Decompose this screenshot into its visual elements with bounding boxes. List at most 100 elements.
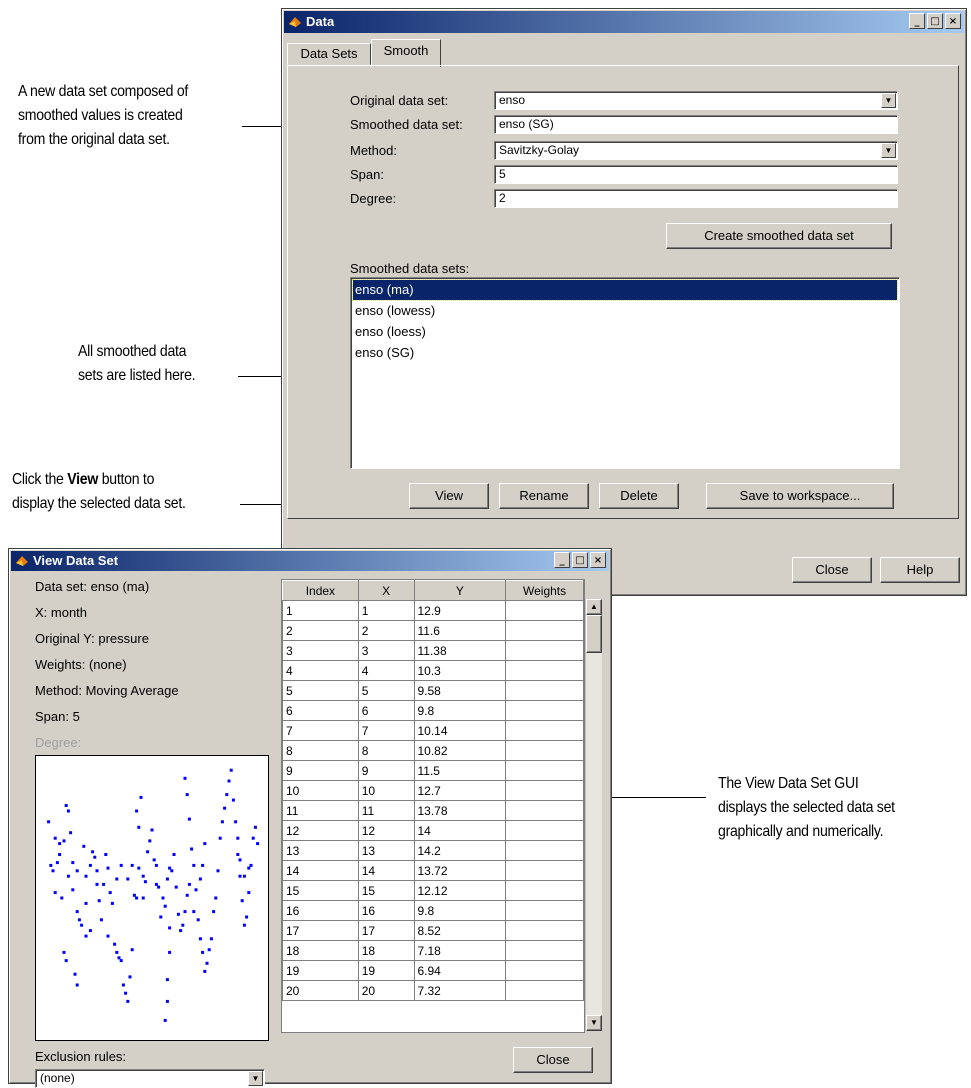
span-input[interactable]: 5: [494, 165, 898, 184]
cell-x[interactable]: 15: [357, 880, 415, 901]
smoothed-data-set-input[interactable]: enso (SG): [494, 115, 898, 134]
cell-y[interactable]: 11.6: [413, 620, 507, 641]
table-row[interactable]: 8 8 10.82: [282, 740, 584, 761]
save-to-workspace-button[interactable]: Save to workspace...: [706, 483, 894, 509]
cell-y[interactable]: 12.9: [413, 600, 507, 621]
original-data-set-select[interactable]: enso ▼: [494, 91, 898, 110]
help-button[interactable]: Help: [880, 557, 960, 583]
data-window-titlebar[interactable]: Data _ □ ×: [284, 11, 964, 33]
cell-y[interactable]: 13.78: [413, 800, 507, 821]
table-row[interactable]: 3 3 11.38: [282, 640, 584, 661]
tab-smooth[interactable]: Smooth: [371, 39, 441, 67]
cell-weights[interactable]: [505, 600, 584, 621]
table-row[interactable]: 1 1 12.9: [282, 600, 584, 621]
cell-x[interactable]: 13: [357, 840, 415, 861]
cell-x[interactable]: 16: [357, 900, 415, 921]
cell-x[interactable]: 4: [357, 660, 415, 681]
cell-x[interactable]: 12: [357, 820, 415, 841]
cell-x[interactable]: 20: [357, 980, 415, 1001]
cell-y[interactable]: 11.5: [413, 760, 507, 781]
cell-y[interactable]: 12.7: [413, 780, 507, 801]
close-icon[interactable]: ×: [590, 552, 606, 568]
cell-x[interactable]: 9: [357, 760, 415, 781]
cell-index[interactable]: 10: [282, 780, 359, 801]
cell-weights[interactable]: [505, 900, 584, 921]
cell-index[interactable]: 15: [282, 880, 359, 901]
cell-weights[interactable]: [505, 620, 584, 641]
cell-weights[interactable]: [505, 840, 584, 861]
cell-weights[interactable]: [505, 780, 584, 801]
view-window-titlebar[interactable]: View Data Set _ □ ×: [11, 551, 609, 571]
cell-weights[interactable]: [505, 660, 584, 681]
cell-index[interactable]: 13: [282, 840, 359, 861]
cell-index[interactable]: 5: [282, 680, 359, 701]
cell-x[interactable]: 6: [357, 700, 415, 721]
table-row[interactable]: 14 14 13.72: [282, 860, 584, 881]
cell-index[interactable]: 6: [282, 700, 359, 721]
cell-weights[interactable]: [505, 680, 584, 701]
maximize-icon[interactable]: □: [927, 13, 943, 29]
cell-weights[interactable]: [505, 820, 584, 841]
degree-input[interactable]: 2: [494, 189, 898, 208]
cell-index[interactable]: 9: [282, 760, 359, 781]
cell-x[interactable]: 5: [357, 680, 415, 701]
delete-button[interactable]: Delete: [599, 483, 679, 509]
maximize-icon[interactable]: □: [572, 552, 588, 568]
cell-index[interactable]: 12: [282, 820, 359, 841]
cell-y[interactable]: 14.2: [413, 840, 507, 861]
list-item[interactable]: enso (ma): [352, 279, 898, 301]
create-smoothed-data-set-button[interactable]: Create smoothed data set: [666, 223, 892, 249]
cell-y[interactable]: 10.3: [413, 660, 507, 681]
cell-index[interactable]: 17: [282, 920, 359, 941]
cell-weights[interactable]: [505, 920, 584, 941]
column-header-weights[interactable]: Weights: [505, 580, 584, 601]
cell-x[interactable]: 18: [357, 940, 415, 961]
minimize-icon[interactable]: _: [909, 13, 925, 29]
method-select[interactable]: Savitzky-Golay ▼: [494, 141, 898, 160]
close-button[interactable]: Close: [513, 1047, 593, 1073]
cell-index[interactable]: 16: [282, 900, 359, 921]
cell-y[interactable]: 6.94: [413, 960, 507, 981]
close-button[interactable]: Close: [792, 557, 872, 583]
cell-x[interactable]: 2: [357, 620, 415, 641]
cell-y[interactable]: 9.58: [413, 680, 507, 701]
cell-x[interactable]: 11: [357, 800, 415, 821]
cell-y[interactable]: 9.8: [413, 900, 507, 921]
table-row[interactable]: 18 18 7.18: [282, 940, 584, 961]
cell-index[interactable]: 11: [282, 800, 359, 821]
table-row[interactable]: 13 13 14.2: [282, 840, 584, 861]
column-header-index[interactable]: Index: [282, 580, 359, 601]
cell-y[interactable]: 7.32: [413, 980, 507, 1001]
table-row[interactable]: 5 5 9.58: [282, 680, 584, 701]
cell-index[interactable]: 4: [282, 660, 359, 681]
table-row[interactable]: 6 6 9.8: [282, 700, 584, 721]
cell-x[interactable]: 10: [357, 780, 415, 801]
cell-y[interactable]: 8.52: [413, 920, 507, 941]
table-row[interactable]: 12 12 14: [282, 820, 584, 841]
table-row[interactable]: 11 11 13.78: [282, 800, 584, 821]
cell-y[interactable]: 13.72: [413, 860, 507, 881]
chevron-down-icon[interactable]: ▼: [881, 143, 896, 158]
table-row[interactable]: 20 20 7.32: [282, 980, 584, 1001]
cell-x[interactable]: 8: [357, 740, 415, 761]
minimize-icon[interactable]: _: [554, 552, 570, 568]
exclusion-rules-select[interactable]: (none) ▼: [35, 1069, 265, 1088]
cell-weights[interactable]: [505, 860, 584, 881]
table-row[interactable]: 15 15 12.12: [282, 880, 584, 901]
cell-index[interactable]: 2: [282, 620, 359, 641]
cell-index[interactable]: 20: [282, 980, 359, 1001]
cell-y[interactable]: 14: [413, 820, 507, 841]
view-button[interactable]: View: [409, 483, 489, 509]
chevron-down-icon[interactable]: ▼: [248, 1071, 263, 1086]
scroll-up-icon[interactable]: ▲: [586, 599, 602, 615]
scrollbar-thumb[interactable]: [586, 615, 602, 653]
cell-weights[interactable]: [505, 720, 584, 741]
cell-y[interactable]: 12.12: [413, 880, 507, 901]
cell-y[interactable]: 11.38: [413, 640, 507, 661]
cell-y[interactable]: 9.8: [413, 700, 507, 721]
cell-weights[interactable]: [505, 760, 584, 781]
table-row[interactable]: 16 16 9.8: [282, 900, 584, 921]
table-row[interactable]: 19 19 6.94: [282, 960, 584, 981]
cell-x[interactable]: 3: [357, 640, 415, 661]
cell-weights[interactable]: [505, 880, 584, 901]
